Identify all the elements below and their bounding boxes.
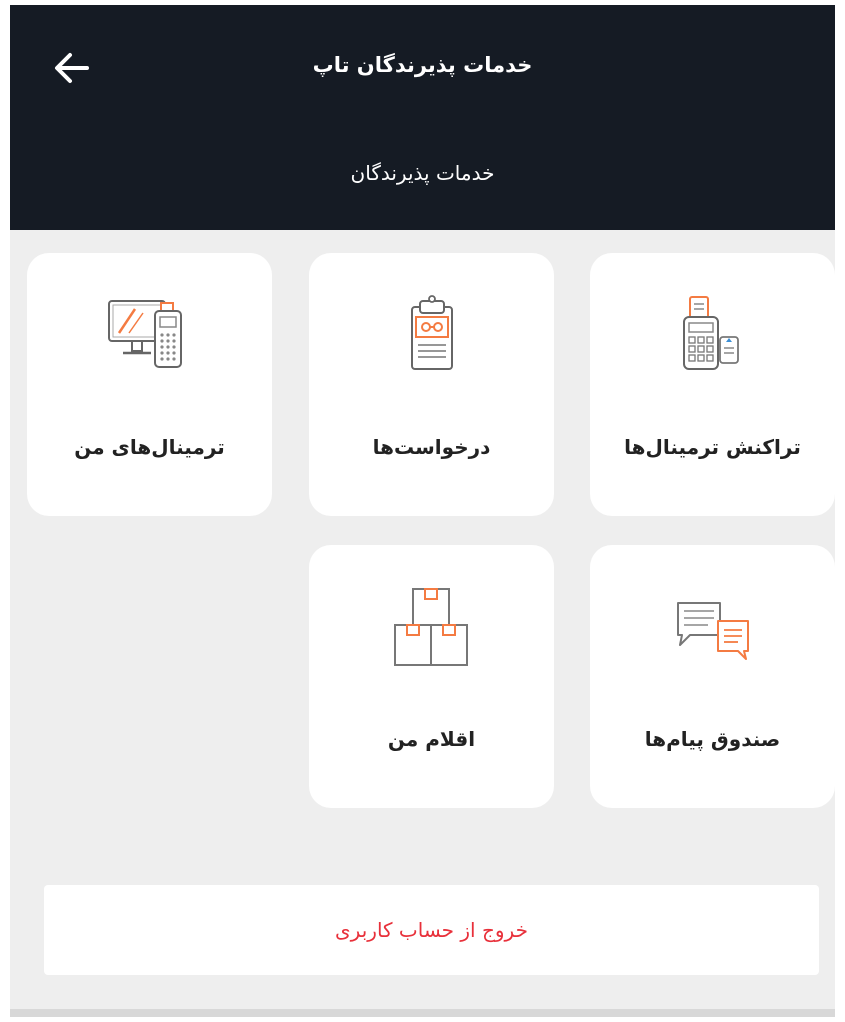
card-label: اقلام من	[387, 727, 476, 751]
card-my-terminals[interactable]: ترمینال‌های من	[27, 253, 272, 516]
card-label: صندوق پیام‌ها	[644, 727, 781, 751]
app-screen: خدمات پذیرندگان تاپ خدمات پذیرندگان تراک…	[10, 5, 835, 1017]
card-terminal-transactions[interactable]: تراکنش ترمینال‌ها	[590, 253, 835, 516]
card-label: درخواست‌ها	[372, 435, 491, 459]
logout-label: خروج از حساب کاربری	[335, 918, 528, 942]
clipboard-icon	[410, 295, 453, 370]
section-title: خدمات پذیرندگان	[350, 161, 495, 185]
bottom-divider	[10, 1009, 835, 1017]
card-message-box[interactable]: صندوق پیام‌ها	[590, 545, 835, 808]
pos-terminal-icon	[682, 296, 739, 370]
computer-pos-icon	[107, 300, 182, 368]
app-title: خدمات پذیرندگان تاپ	[312, 53, 533, 77]
card-my-items[interactable]: اقلام من	[309, 545, 554, 808]
boxes-icon	[393, 588, 468, 666]
card-requests[interactable]: درخواست‌ها	[309, 253, 554, 516]
chat-messages-icon	[676, 602, 749, 660]
card-label: تراکنش ترمینال‌ها	[624, 435, 801, 459]
logout-button[interactable]: خروج از حساب کاربری	[44, 885, 819, 975]
header: خدمات پذیرندگان تاپ خدمات پذیرندگان	[10, 5, 835, 230]
card-label: ترمینال‌های من	[74, 435, 225, 459]
